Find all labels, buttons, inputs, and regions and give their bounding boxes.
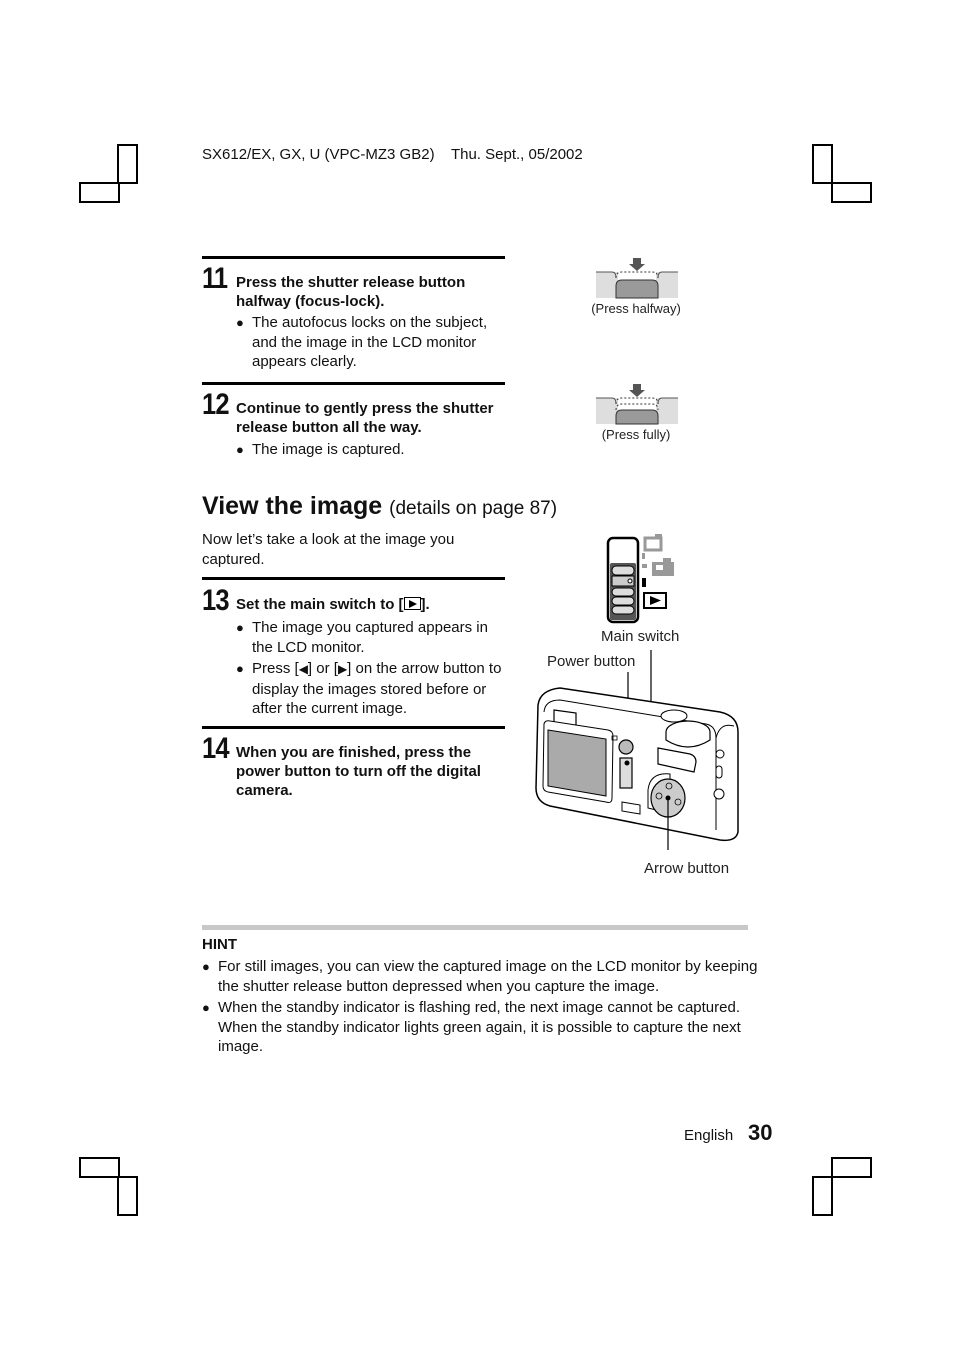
hint-title: HINT (202, 936, 237, 953)
step-bullet: ● The image you captured appears in the … (236, 618, 504, 657)
step-bullet: ● The autofocus locks on the subject, an… (236, 313, 504, 372)
camera-illustration (535, 650, 739, 850)
arrow-down-icon (629, 258, 645, 271)
shutter-button (615, 279, 659, 299)
bullet-text: The image you captured appears in the LC… (252, 619, 488, 656)
bullet-icon: ● (236, 442, 244, 457)
crop-mark-top-right (812, 144, 833, 184)
step-divider (202, 726, 505, 729)
step-title-suffix: ]. (420, 596, 430, 613)
hint-divider (202, 925, 748, 930)
figure-caption: (Press fully) (601, 427, 671, 442)
power-button (618, 739, 634, 755)
bullet-icon: ● (202, 1000, 210, 1015)
crop-mark-bottom-right (812, 1176, 833, 1216)
bullet-icon: ● (202, 959, 210, 974)
lcd-screen (547, 729, 607, 797)
mode-marker-active (642, 578, 646, 587)
step-number: 12 (202, 388, 230, 421)
hint-item: ● For still images, you can view the cap… (202, 957, 762, 996)
step-title: Continue to gently press the shutter rel… (236, 400, 494, 436)
shutter-fully-figure (596, 384, 678, 425)
document-header: SX612/EX, GX, U (VPC-MZ3 GB2) Thu. Sept.… (202, 146, 583, 163)
figure-caption: (Press halfway) (591, 301, 681, 316)
hint-text: When the standby indicator is flashing r… (218, 999, 741, 1055)
crop-mark-bottom-left (79, 1157, 120, 1178)
step-number: 13 (202, 584, 230, 617)
section-subtitle: (details on page 87) (389, 498, 558, 519)
step-number: 14 (202, 732, 230, 765)
main-switch-figure (606, 534, 674, 624)
crop-mark-top-left (117, 144, 138, 184)
step-title: When you are finished, press the power b… (236, 744, 481, 799)
step-number: 11 (202, 262, 228, 295)
shutter-button (615, 409, 659, 425)
step-title: Press the shutter release button halfway… (236, 274, 466, 310)
shutter-button (660, 709, 688, 723)
section-title: View the image (details on page 87) (202, 492, 557, 521)
step-bullet: ● Press [◀] or [▶] on the arrow button t… (236, 659, 504, 719)
video-mode-icon (643, 536, 663, 552)
crop-mark-bottom-right (831, 1157, 872, 1178)
body-right (656, 272, 678, 298)
main-switch-label: Main switch (601, 628, 680, 645)
step-bullet: ● The image is captured. (236, 440, 504, 460)
crop-mark-bottom-left (117, 1176, 138, 1216)
hint-text: For still images, you can view the captu… (218, 958, 758, 995)
play-icon (403, 597, 421, 610)
step-title: Set the main switch to []. (236, 595, 508, 614)
section-title-text: View the image (202, 492, 383, 520)
step-divider (202, 256, 505, 259)
bullet-icon: ● (236, 661, 244, 676)
shutter-halfway-figure (596, 258, 678, 299)
arrow-button-label: Arrow button (644, 860, 730, 877)
step-title-prefix: Set the main switch to [ (236, 596, 404, 613)
page-number: 30 (748, 1120, 773, 1145)
bullet-text: The autofocus locks on the subject, and … (252, 314, 488, 370)
bullet-text: The image is captured. (252, 441, 405, 458)
hint-item: ● When the standby indicator is flashing… (202, 998, 762, 1057)
button-outline-dashed (615, 271, 659, 279)
step-divider (202, 382, 505, 385)
bullet-icon: ● (236, 620, 244, 635)
section-intro: Now let’s take a look at the image you c… (202, 531, 455, 568)
left-arrow-icon: ◀ (298, 662, 308, 676)
mode-marker (642, 564, 647, 568)
bullet-text: Press [◀] or [▶] on the arrow button to … (252, 660, 502, 717)
footer-language: English (684, 1127, 734, 1144)
crop-mark-top-right (831, 182, 872, 203)
body-left (596, 272, 618, 298)
crop-mark-top-left (79, 182, 120, 203)
right-arrow-icon: ▶ (337, 662, 348, 676)
bullet-icon: ● (236, 315, 244, 330)
arrow-down-icon (629, 384, 645, 397)
step-divider (202, 577, 505, 580)
